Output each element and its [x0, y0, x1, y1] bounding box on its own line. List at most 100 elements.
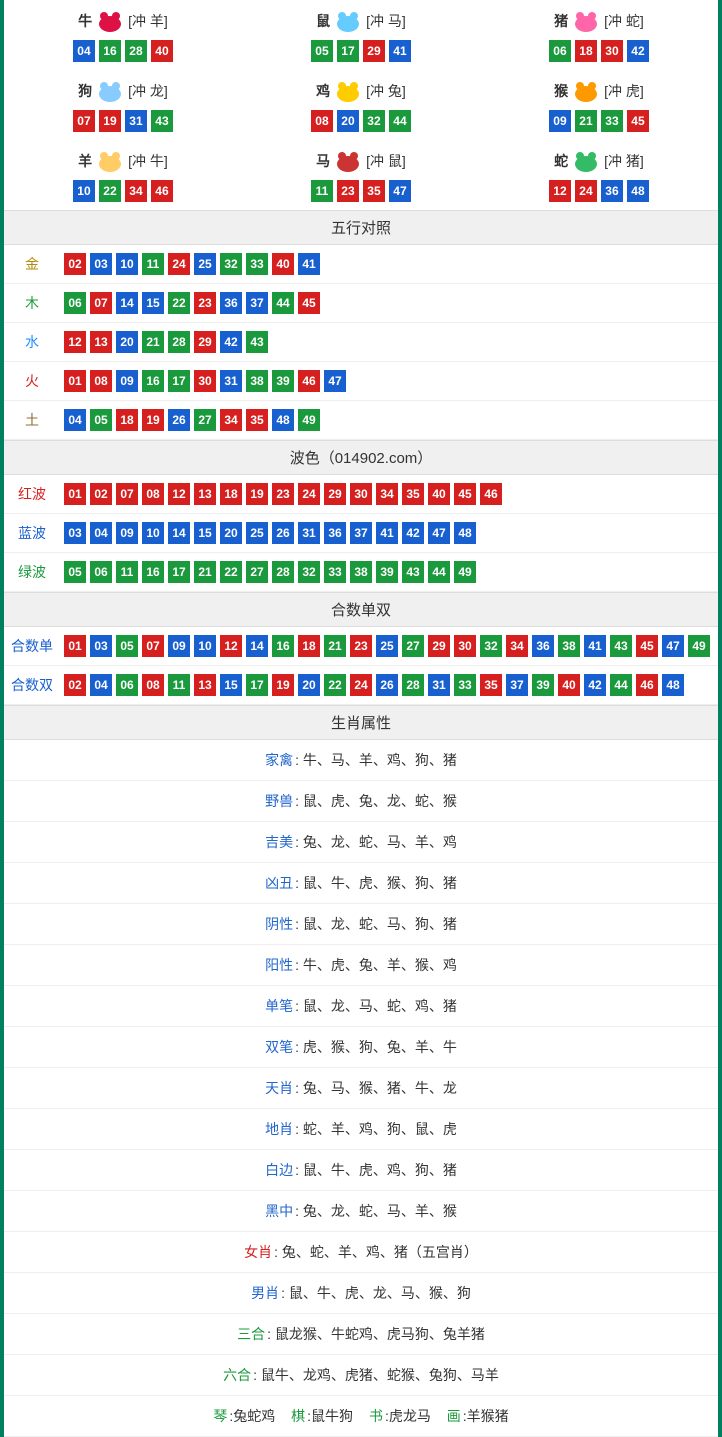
- zodiac-conflict: [冲 虎]: [604, 81, 644, 101]
- zodiac-head: 猴 [冲 虎]: [480, 78, 718, 104]
- number-chip: 08: [311, 110, 333, 132]
- number-chip: 29: [428, 635, 450, 657]
- data-row: 木 06071415222336374445: [4, 284, 718, 323]
- attr-row: 六合: 鼠牛、龙鸡、虎猪、蛇猴、兔狗、马羊: [4, 1355, 718, 1396]
- number-chip: 45: [636, 635, 658, 657]
- number-chip: 23: [272, 483, 294, 505]
- number-chip: 24: [298, 483, 320, 505]
- qqsh-label: 书: [369, 1408, 383, 1424]
- number-chip: 41: [584, 635, 606, 657]
- zodiac-cell: 鸡 [冲 兔] 08203244: [242, 70, 480, 140]
- number-chip: 14: [168, 522, 190, 544]
- number-chip: 48: [662, 674, 684, 696]
- number-chip: 32: [298, 561, 320, 583]
- number-chip: 22: [220, 561, 242, 583]
- attr-value: 鼠、龙、蛇、马、狗、猪: [303, 916, 457, 932]
- row-label: 金: [4, 254, 60, 274]
- number-chip: 10: [142, 522, 164, 544]
- number-chip: 37: [350, 522, 372, 544]
- number-chip: 26: [168, 409, 190, 431]
- attr-value: 虎、猴、狗、兔、羊、牛: [303, 1039, 457, 1055]
- number-chip: 30: [194, 370, 216, 392]
- data-row: 火 0108091617303138394647: [4, 362, 718, 401]
- number-chip: 46: [636, 674, 658, 696]
- attr-label: 六合: [223, 1367, 251, 1383]
- attr-value: 牛、虎、兔、羊、猴、鸡: [303, 957, 457, 973]
- zodiac-icon: [570, 148, 602, 174]
- number-chip: 41: [389, 40, 411, 62]
- number-chip: 43: [246, 331, 268, 353]
- number-chip: 16: [142, 561, 164, 583]
- number-chip: 08: [90, 370, 112, 392]
- number-chip: 49: [688, 635, 710, 657]
- attr-value: 鼠、牛、虎、龙、马、猴、狗: [289, 1285, 471, 1301]
- attr-row: 男肖: 鼠、牛、虎、龙、马、猴、狗: [4, 1273, 718, 1314]
- number-chip: 42: [220, 331, 242, 353]
- zodiac-conflict: [冲 兔]: [366, 81, 406, 101]
- attr-value: 鼠、虎、兔、龙、蛇、猴: [303, 793, 457, 809]
- number-chip: 03: [90, 635, 112, 657]
- number-chip: 34: [125, 180, 147, 202]
- number-chip: 12: [549, 180, 571, 202]
- number-chip: 19: [99, 110, 121, 132]
- row-label: 红波: [4, 484, 60, 504]
- number-chip: 29: [194, 331, 216, 353]
- number-chip: 35: [480, 674, 502, 696]
- number-chip: 01: [64, 635, 86, 657]
- data-row: 合数双 020406081113151719202224262831333537…: [4, 666, 718, 705]
- number-chip: 38: [246, 370, 268, 392]
- number-chip: 23: [350, 635, 372, 657]
- chip-row: 09213345: [480, 110, 718, 132]
- qqsh-label: 琴: [213, 1408, 227, 1424]
- zodiac-cell: 狗 [冲 龙] 07193143: [4, 70, 242, 140]
- number-chip: 21: [142, 331, 164, 353]
- number-chip: 27: [194, 409, 216, 431]
- chip-row: 05172941: [242, 40, 480, 62]
- attr-label: 阳性: [265, 957, 293, 973]
- row-label: 合数单: [4, 636, 60, 656]
- number-chip: 21: [575, 110, 597, 132]
- wuxing-rows: 金 02031011242532334041 木 060714152223363…: [4, 245, 718, 440]
- zodiac-head: 马 [冲 鼠]: [242, 148, 480, 174]
- zodiac-icon: [570, 78, 602, 104]
- row-nums: 04051819262734354849: [60, 409, 718, 431]
- row-nums: 05061116172122272832333839434449: [60, 561, 718, 583]
- header-shengxiao: 生肖属性: [4, 705, 718, 740]
- number-chip: 38: [350, 561, 372, 583]
- number-chip: 13: [194, 674, 216, 696]
- zodiac-conflict: [冲 羊]: [128, 11, 168, 31]
- number-chip: 36: [601, 180, 623, 202]
- data-row: 蓝波 03040910141520252631363741424748: [4, 514, 718, 553]
- number-chip: 28: [168, 331, 190, 353]
- number-chip: 15: [194, 522, 216, 544]
- number-chip: 33: [246, 253, 268, 275]
- number-chip: 09: [116, 370, 138, 392]
- zodiac-head: 羊 [冲 牛]: [4, 148, 242, 174]
- number-chip: 30: [350, 483, 372, 505]
- number-chip: 43: [402, 561, 424, 583]
- number-chip: 45: [454, 483, 476, 505]
- number-chip: 21: [194, 561, 216, 583]
- qqsh-label: 画: [447, 1408, 461, 1424]
- zodiac-cell: 猴 [冲 虎] 09213345: [480, 70, 718, 140]
- number-chip: 16: [272, 635, 294, 657]
- number-chip: 44: [610, 674, 632, 696]
- number-chip: 33: [454, 674, 476, 696]
- attr-value: 鼠龙猴、牛蛇鸡、虎马狗、兔羊猪: [275, 1326, 485, 1342]
- zodiac-name: 猴: [554, 81, 568, 101]
- number-chip: 04: [90, 522, 112, 544]
- attr-label: 地肖: [265, 1121, 293, 1137]
- row-label: 绿波: [4, 562, 60, 582]
- number-chip: 01: [64, 370, 86, 392]
- number-chip: 44: [428, 561, 450, 583]
- number-chip: 16: [142, 370, 164, 392]
- chip-row: 11233547: [242, 180, 480, 202]
- number-chip: 33: [324, 561, 346, 583]
- number-chip: 48: [454, 522, 476, 544]
- zodiac-head: 狗 [冲 龙]: [4, 78, 242, 104]
- qqsh-value: 羊猴猪: [467, 1408, 509, 1424]
- number-chip: 17: [337, 40, 359, 62]
- row-nums: 0102070812131819232429303435404546: [60, 483, 718, 505]
- attr-value: 兔、马、猴、猪、牛、龙: [303, 1080, 457, 1096]
- number-chip: 24: [575, 180, 597, 202]
